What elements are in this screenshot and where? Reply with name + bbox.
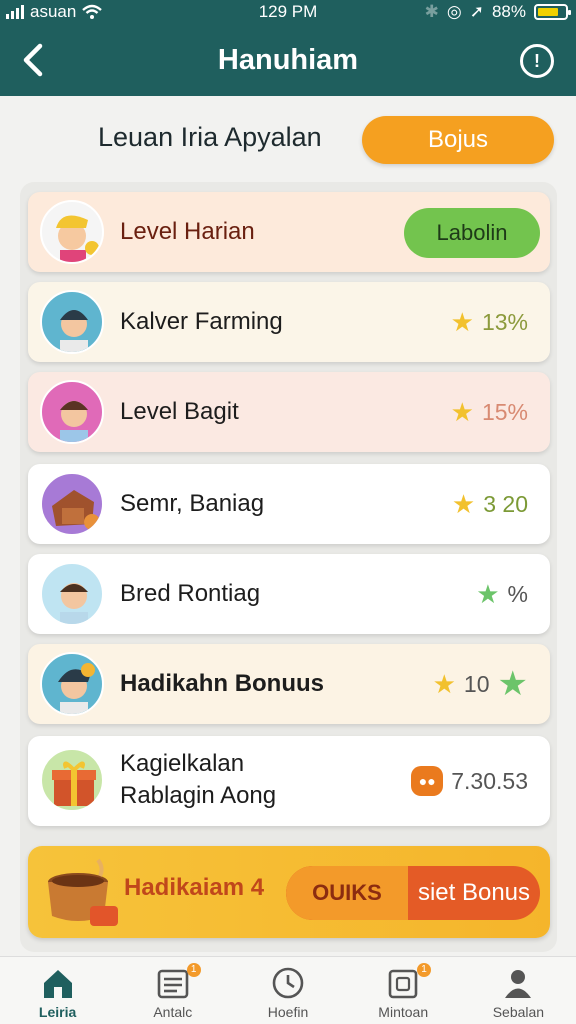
list-item-value: 10 — [463, 670, 490, 697]
promo-number: 4 — [250, 874, 265, 901]
chat-icon: ●● — [411, 766, 444, 796]
notification-badge: 1 — [417, 963, 432, 977]
profile-icon — [505, 970, 532, 998]
star-icon: ★ — [432, 668, 456, 699]
list-item-value: 13% — [481, 308, 528, 335]
battery-icon — [534, 4, 571, 20]
star-icon: ★ — [476, 578, 500, 609]
avatar — [40, 380, 104, 444]
list-item[interactable]: Kagielkalan Rablagin Aong ●● 7.30.53 — [28, 736, 550, 826]
sync-icon: ◎ — [446, 2, 462, 21]
list-item-label: Level Harian — [120, 218, 255, 245]
nav-label: Mintoan — [378, 1004, 429, 1020]
star-icon: ★ — [451, 488, 476, 519]
nav-item-home[interactable]: Leiria — [0, 957, 115, 1024]
promo-banner[interactable]: Hadikaiam 4 OUIKS siet Bonus — [28, 846, 550, 938]
promo-button-left: OUIKS — [286, 866, 408, 920]
list-item-value: % — [507, 580, 528, 607]
avatar — [40, 200, 104, 264]
avatar — [40, 472, 104, 536]
section-title: Leuan Iria Apyalan — [98, 122, 322, 152]
nav-label: Hoefin — [267, 1004, 309, 1020]
list-item-label: Level Bagit — [120, 398, 239, 425]
list-item[interactable]: Hadikahn Bonuus ★ 10 ★ — [28, 644, 550, 724]
list-item-value-group: ★ 3 20 — [452, 464, 528, 544]
list-item[interactable]: Bred Rontiag ★ % — [28, 554, 550, 634]
list-item-value-group: ★ % — [476, 554, 528, 634]
list-item-label-line: Rablagin Aong — [120, 782, 277, 809]
list-item-value-group: ★ 15% — [451, 372, 528, 452]
nav-label: Sebalan — [492, 1004, 545, 1020]
list-item[interactable]: Semr, Baniag ★ 3 20 — [28, 464, 550, 544]
avatar — [40, 652, 104, 716]
get-bonus-button[interactable]: OUIKS siet Bonus — [286, 866, 540, 920]
location-icon: ➚ — [469, 2, 484, 21]
home-icon — [43, 970, 72, 998]
list-item-label: Hadikahn Bonuus — [120, 670, 325, 697]
list-item-value-group: ★ 10 ★ — [433, 644, 528, 724]
status-bar: asuan 129 PM ✱ ◎ ➚ 88% — [0, 0, 576, 26]
nav-item-profile[interactable]: Sebalan — [461, 957, 576, 1024]
list-item-label-line: Kagielkalan — [120, 750, 245, 777]
nav-item-list[interactable]: 1 Antalc — [115, 957, 230, 1024]
list-item-label: Bred Rontiag — [120, 580, 261, 607]
bluetooth-icon: ✱ — [424, 2, 439, 21]
star-icon: ★ — [497, 665, 528, 703]
list-item-label: Kagielkalan Rablagin Aong — [120, 748, 276, 812]
bottom-nav: Leiria 1 Antalc Hoefin 1 Mintoan Sebalan — [0, 956, 576, 1024]
list-item-label: Kalver Farming — [120, 308, 283, 335]
list-item[interactable]: Level Bagit ★ 15% — [28, 372, 550, 452]
promo-label: Hadikaiam — [124, 874, 245, 901]
list-item[interactable]: Kalver Farming ★ 13% — [28, 282, 550, 362]
nav-label: Leiria — [38, 1004, 77, 1020]
list-item[interactable]: Level Harian Labolin — [28, 192, 550, 272]
treasure-pot-icon — [48, 858, 118, 926]
nav-item-clock[interactable]: Hoefin — [230, 957, 345, 1024]
avatar — [40, 290, 104, 354]
promo-button-right: siet Bonus — [417, 879, 531, 906]
list-icon — [157, 969, 189, 999]
list-item-value-group: ●● 7.30.53 — [411, 736, 528, 826]
status-right: ✱ ◎ ➚ 88% — [424, 2, 571, 22]
list-item-value: 15% — [481, 398, 528, 425]
claim-button[interactable]: Labolin — [404, 208, 540, 258]
page-title: Hanuhiam — [217, 44, 359, 76]
star-icon: ★ — [450, 396, 474, 427]
promo-text: Hadikaiam 4 — [124, 874, 264, 902]
avatar — [40, 562, 104, 626]
bonus-button[interactable]: Bojus — [362, 116, 554, 164]
gift-icon — [40, 748, 104, 812]
list-item-value-group: ★ 13% — [451, 282, 528, 362]
wallet-icon — [388, 969, 418, 999]
nav-label: Antalc — [153, 1004, 193, 1020]
app-header: asuan 129 PM ✱ ◎ ➚ 88% Hanuhiam ! — [0, 0, 576, 96]
list-item-value: 7.30.53 — [451, 767, 528, 794]
list-item-value: 3 20 — [483, 490, 528, 517]
info-icon[interactable]: ! — [520, 44, 554, 78]
star-icon: ★ — [450, 306, 474, 337]
clock-icon — [272, 967, 304, 999]
list-item-label: Semr, Baniag — [120, 490, 265, 517]
nav-item-wallet[interactable]: 1 Mintoan — [346, 957, 461, 1024]
battery-percent: 88% — [491, 2, 526, 21]
notification-badge: 1 — [186, 963, 201, 977]
